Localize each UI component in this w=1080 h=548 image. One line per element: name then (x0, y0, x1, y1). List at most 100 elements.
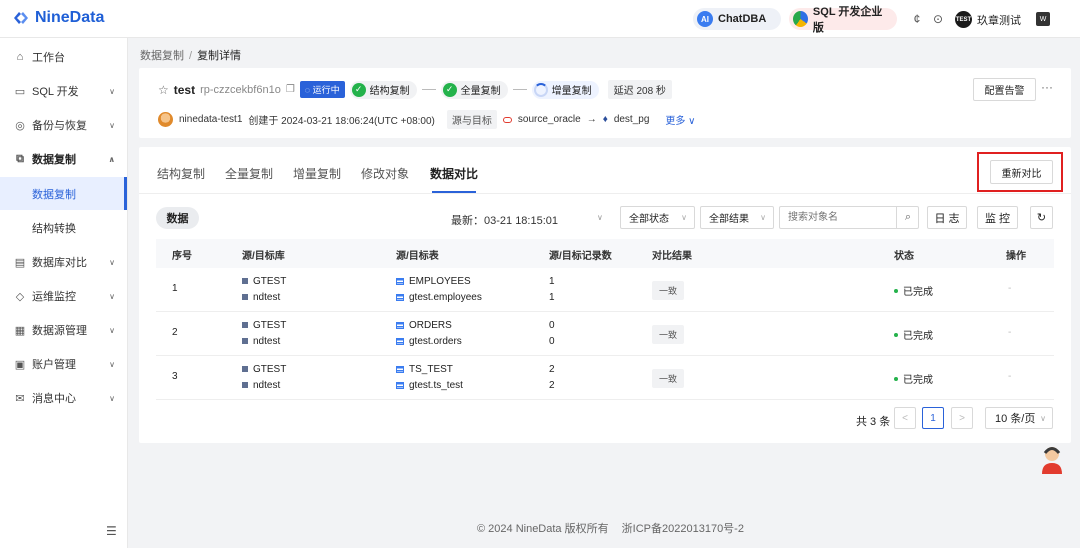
page-button[interactable]: 1 (922, 407, 944, 429)
sidebar-item-sql-dev[interactable]: ▭ SQL 开发 ∨ (0, 74, 127, 108)
username[interactable]: 玖章测试 (977, 12, 1021, 28)
success-dot-icon (894, 376, 898, 381)
table-row[interactable]: 1 GTEST ndtest EMPLOYEES gtest.employees… (156, 268, 1054, 312)
dst-count: 0 (549, 335, 555, 347)
task-id: rp-czzcekbf6n1o (200, 83, 281, 96)
table-icon (396, 321, 404, 329)
customer-service-icon[interactable] (1039, 444, 1065, 474)
tab-data-compare[interactable]: 数据对比 (430, 165, 478, 182)
chevron-down-icon[interactable]: ∨ (597, 213, 603, 222)
page-size-select[interactable]: 10 条/页 ∨ (985, 407, 1053, 429)
step-incremental[interactable]: 增量复制 (531, 80, 599, 99)
src-count: 1 (549, 275, 555, 287)
table-icon (396, 277, 404, 285)
notification-icon[interactable]: ¢ (910, 12, 924, 26)
user-avatar[interactable]: TEST (955, 11, 972, 28)
chatdba-label: ChatDBA (718, 13, 767, 25)
sidebar-subitem-schema-convert[interactable]: 结构转换 (0, 211, 127, 244)
help-icon[interactable]: ⊙ (931, 12, 945, 26)
star-icon[interactable]: ☆ (158, 83, 169, 97)
more-link[interactable]: 更多 ∨ (665, 112, 695, 127)
row-op: - (1008, 371, 1012, 382)
brand-logo[interactable]: NineData (12, 9, 104, 27)
tab-schema-replication[interactable]: 结构复制 (157, 165, 205, 182)
select-value: 全部状态 (629, 214, 669, 225)
step-full[interactable]: ✓ 全量复制 (440, 80, 508, 99)
row-db: GTEST ndtest (242, 361, 286, 393)
database-icon (242, 338, 248, 344)
sidebar-item-label: 工作台 (32, 52, 65, 64)
col-count: 源/目标记录数 (549, 251, 612, 262)
prev-page-button[interactable]: < (894, 407, 916, 429)
dst-db: ndtest (253, 291, 281, 303)
tab-modify-objects[interactable]: 修改对象 (361, 165, 409, 182)
sidebar-item-workbench[interactable]: ⌂ 工作台 (0, 40, 127, 74)
src-dst-label: 源与目标 (446, 110, 497, 129)
step-connector (421, 89, 436, 90)
chevron-down-icon: ∨ (109, 393, 115, 403)
sidebar-item-backup[interactable]: ◎ 备份与恢复 ∨ (0, 108, 127, 142)
table-row[interactable]: 2 GTEST ndtest ORDERS gtest.orders 0 0 一… (156, 312, 1054, 356)
sidebar-item-db-compare[interactable]: ▤ 数据库对比 ∨ (0, 245, 127, 279)
chevron-down-icon: ∨ (109, 257, 115, 267)
src-db: GTEST (253, 275, 287, 287)
monitor-button[interactable]: 监 控 (977, 206, 1018, 229)
tab-incremental-replication[interactable]: 增量复制 (293, 165, 341, 182)
latest-compare-time[interactable]: 最新：03-21 18:15:01 (451, 212, 558, 228)
result-filter-select[interactable]: 全部结果 ∨ (700, 206, 774, 229)
top-bar: NineData AI ChatDBA SQL 开发企业版 ¢ ⊙ TEST 玖… (0, 0, 1080, 38)
row-status: 已完成 (894, 371, 933, 386)
step-schema[interactable]: ✓ 结构复制 (349, 80, 417, 99)
page-size-value: 10 条/页 (995, 413, 1036, 425)
row-count: 0 0 (549, 317, 555, 349)
status-filter-select[interactable]: 全部状态 ∨ (620, 206, 695, 229)
search-icon[interactable]: ⌕ (896, 206, 919, 229)
row-count: 1 1 (549, 273, 555, 305)
dst-db: ndtest (253, 335, 281, 347)
icp-link[interactable]: 浙ICP备2022013170号-2 (622, 523, 744, 535)
configure-alert-button[interactable]: 配置告警 (973, 78, 1036, 101)
home-icon: ⌂ (16, 51, 24, 63)
database-icon (242, 278, 248, 284)
more-actions-icon[interactable]: ··· (1041, 80, 1053, 94)
col-status: 状态 (894, 251, 914, 262)
data-tag[interactable]: 数据 (156, 207, 199, 229)
row-op: - (1008, 327, 1012, 338)
collapse-sidebar-icon[interactable]: ☰ (106, 524, 117, 538)
col-result: 对比结果 (652, 251, 692, 262)
sidebar-item-account[interactable]: ▣ 账户管理 ∨ (0, 347, 127, 381)
refresh-icon[interactable]: ↻ (1030, 206, 1053, 229)
target-name[interactable]: dest_pg (614, 114, 650, 125)
log-button[interactable]: 日 志 (927, 206, 967, 229)
step-label: 增量复制 (551, 86, 592, 97)
sidebar-item-label: 消息中心 (32, 393, 76, 405)
chevron-down-icon: ∨ (109, 291, 115, 301)
language-icon[interactable]: W (1036, 12, 1050, 26)
recompare-button[interactable]: 重新对比 (990, 160, 1053, 184)
sidebar-item-label: 数据复制 (32, 154, 76, 166)
status-text: 已完成 (903, 287, 933, 298)
tab-full-replication[interactable]: 全量复制 (225, 165, 273, 182)
col-db: 源/目标库 (242, 251, 285, 262)
creator-name: ninedata-test1 (179, 114, 243, 125)
row-table: EMPLOYEES gtest.employees (396, 273, 482, 305)
sidebar-item-datasource[interactable]: ▦ 数据源管理 ∨ (0, 313, 127, 347)
chevron-up-icon: ∧ (108, 154, 116, 164)
table-row[interactable]: 3 GTEST ndtest TS_TEST gtest.ts_test 2 2… (156, 356, 1054, 400)
row-db: GTEST ndtest (242, 317, 286, 349)
source-name[interactable]: source_oracle (518, 114, 581, 125)
result-badge: 一致 (652, 281, 685, 300)
sidebar-subitem-replication[interactable]: 数据复制 (0, 177, 127, 210)
sql-enterprise-button[interactable]: SQL 开发企业版 (789, 6, 897, 34)
sidebar-item-ops-monitor[interactable]: ◇ 运维监控 ∨ (0, 279, 127, 313)
table-icon (396, 337, 404, 345)
next-page-button[interactable]: > (951, 407, 973, 429)
sidebar-item-messages[interactable]: ✉ 消息中心 ∨ (0, 381, 127, 415)
row-no: 2 (172, 327, 178, 338)
breadcrumb-parent[interactable]: 数据复制 (140, 50, 184, 62)
chevron-down-icon: ∨ (760, 213, 766, 222)
copy-icon[interactable]: ❐ (286, 84, 295, 95)
status-text: 已完成 (903, 375, 933, 386)
sidebar-item-replication[interactable]: ⧉ 数据复制 ∧ (0, 142, 127, 176)
chatdba-button[interactable]: AI ChatDBA (693, 8, 781, 30)
